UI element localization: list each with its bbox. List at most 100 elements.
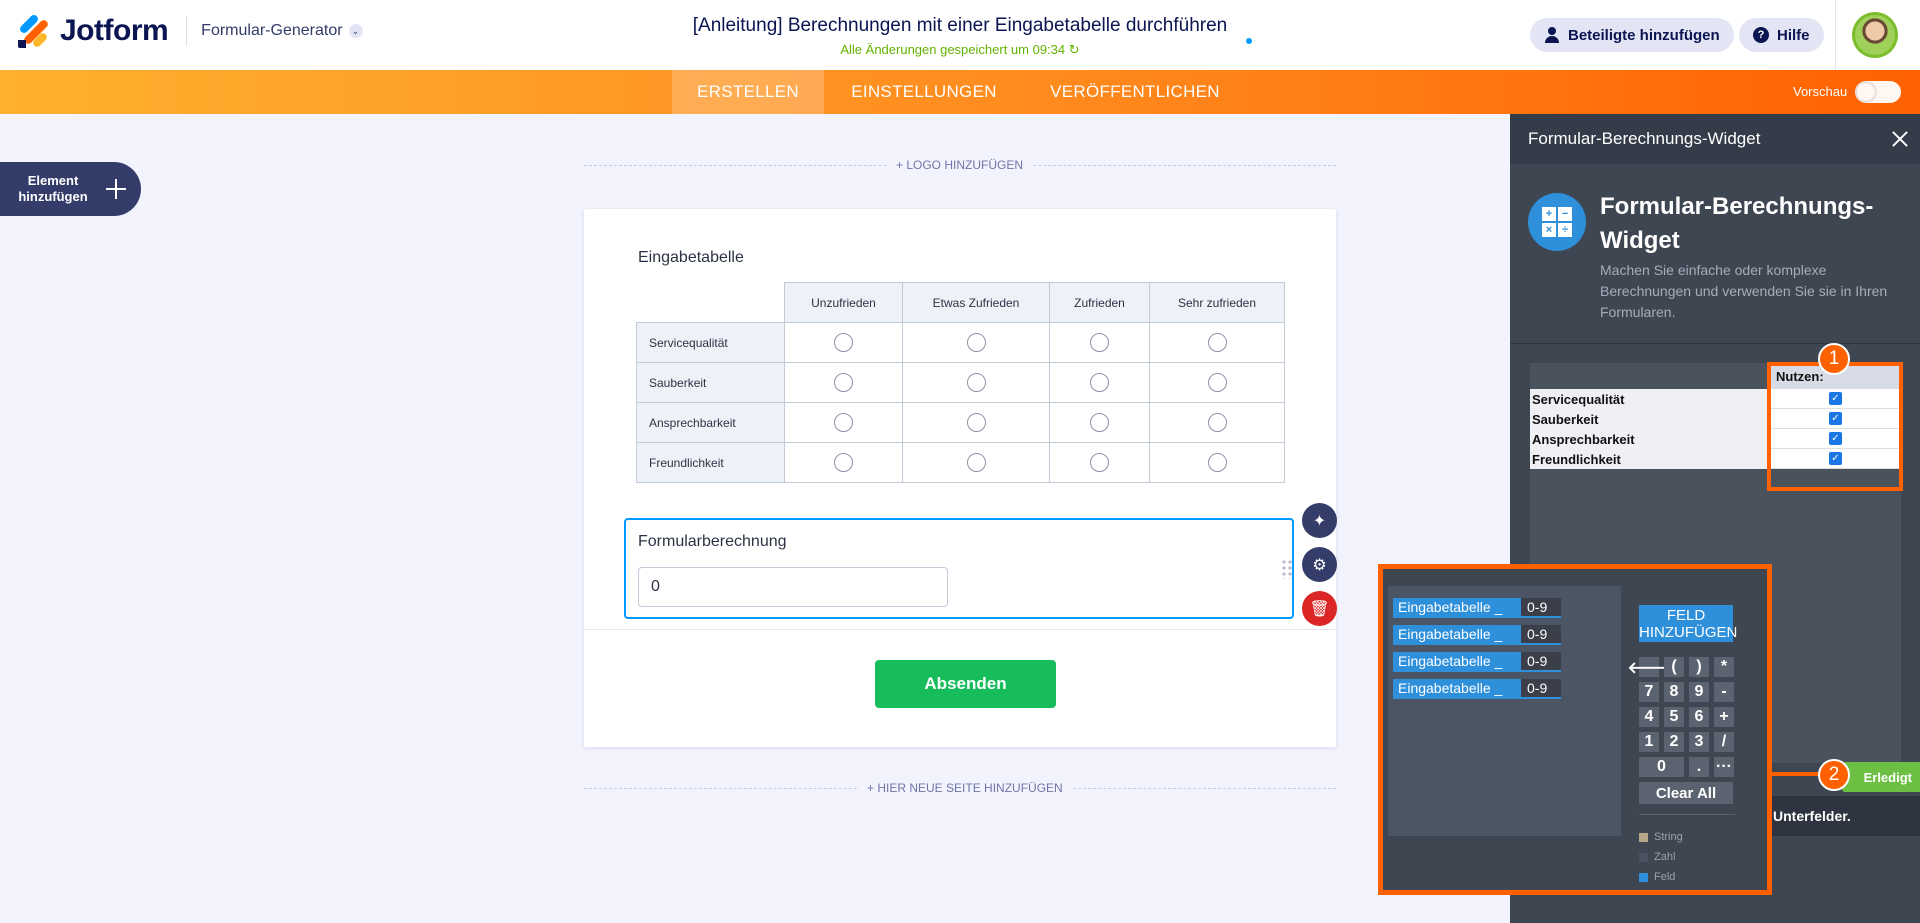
formula-builder: Eingabetabelle _ 0-9 Eingabetabelle _ 0-… [1378, 564, 1772, 895]
radio-button[interactable] [1090, 373, 1109, 392]
trash-icon[interactable]: 🗑 [1302, 591, 1337, 626]
calculator-key[interactable]: 4 [1639, 707, 1659, 727]
add-element-button[interactable]: Element hinzufügen [0, 162, 141, 216]
matrix-row: Servicequalität [636, 322, 1285, 363]
matrix-label: Eingabetabelle [638, 249, 744, 266]
add-page-link[interactable]: + HIER NEUE SEITE HINZUFÜGEN [859, 781, 1071, 795]
add-logo-link[interactable]: + LOGO HINZUFÜGEN [888, 158, 1032, 172]
calculator-key[interactable]: 9 [1689, 682, 1709, 702]
radio-button[interactable] [1207, 413, 1227, 432]
radio-button[interactable] [1090, 333, 1109, 352]
calculator-key[interactable]: 8 [1664, 682, 1684, 702]
matrix-row-label: Servicequalität [636, 322, 785, 363]
radio-button[interactable] [1207, 333, 1227, 352]
matrix-row-label: Ansprechbarkeit [636, 402, 785, 443]
config-row-label: Ansprechbarkeit [1530, 429, 1770, 449]
submit-button[interactable]: Absenden [875, 660, 1056, 708]
clear-all-button[interactable]: Clear All [1639, 782, 1733, 804]
config-row-label: Servicequalität [1530, 389, 1770, 409]
calculator-key[interactable]: 0 [1639, 757, 1684, 777]
config-row-label: Sauberkeit [1530, 409, 1770, 429]
radio-button[interactable] [1207, 453, 1227, 472]
form-card: Eingabetabelle Unzufrieden Etwas Zufried… [584, 209, 1336, 747]
form-generator-dropdown[interactable]: Formular-Generator ⌄ [201, 22, 363, 40]
done-button[interactable]: Erledigt [1842, 762, 1920, 792]
legend-swatch [1639, 872, 1648, 882]
panel-title: Formular-Berechnungs-Widget [1528, 129, 1761, 148]
highlight-connector-2 [1770, 772, 1824, 776]
formula-field-token[interactable]: Eingabetabelle _ 0-9 [1393, 652, 1561, 672]
drag-handle-icon[interactable] [1281, 559, 1293, 579]
calculator-key[interactable]: 3 [1689, 732, 1709, 752]
calculator-key[interactable]: . [1689, 757, 1709, 777]
calculator-key[interactable]: 2 [1664, 732, 1684, 752]
radio-button[interactable] [1090, 413, 1109, 432]
plus-icon [106, 179, 126, 199]
matrix-column-header: Sehr zufrieden [1149, 282, 1285, 323]
calculator-key[interactable]: ( [1664, 657, 1684, 677]
radio-button[interactable] [1090, 453, 1109, 472]
help-label: Hilfe [1777, 26, 1810, 44]
form-calculation-field[interactable]: Formularberechnung 0 [624, 518, 1294, 619]
form-generator-label: Formular-Generator [201, 22, 343, 39]
user-icon [1544, 27, 1560, 43]
calculator-key[interactable]: - [1714, 682, 1734, 702]
radio-button[interactable] [966, 413, 986, 432]
legend-label: String [1654, 831, 1683, 843]
tab-settings[interactable]: EINSTELLUNGEN [824, 70, 1024, 114]
legend-label: Feld [1654, 871, 1676, 883]
calculator-key[interactable]: ··· [1714, 757, 1734, 777]
radio-button[interactable] [966, 453, 986, 472]
radio-button[interactable] [834, 413, 853, 432]
subfields-label: Unterfelder. [1767, 796, 1920, 836]
form-divider [584, 629, 1336, 630]
formula-field-token[interactable]: Eingabetabelle _ 0-9 [1393, 679, 1561, 699]
legend-swatch [1639, 832, 1648, 842]
radio-button[interactable] [834, 333, 853, 352]
radio-button[interactable] [834, 453, 853, 472]
radio-button[interactable] [1207, 373, 1227, 392]
radio-button[interactable] [834, 373, 853, 392]
calculator-key[interactable]: 7 [1639, 682, 1659, 702]
widget-description: Machen Sie einfache oder komplexe Berech… [1600, 262, 1888, 320]
magic-wand-icon[interactable]: ✦ [1302, 503, 1337, 538]
radio-button[interactable] [966, 373, 986, 392]
step-badge-2: 2 [1818, 759, 1850, 791]
calculator-key[interactable]: ) [1689, 657, 1709, 677]
calculator-icon: + − × ÷ [1528, 193, 1586, 251]
field-token-range: 0-9 [1521, 652, 1561, 672]
question-icon: ? [1753, 27, 1769, 43]
tab-create[interactable]: ERSTELLEN [672, 70, 824, 114]
legend-label: Zahl [1654, 851, 1676, 863]
radio-button[interactable] [966, 333, 986, 352]
field-token-name: Eingabetabelle _ [1393, 598, 1521, 618]
legend-swatch [1639, 852, 1648, 862]
calculator-key[interactable]: * [1714, 657, 1734, 677]
close-icon[interactable] [1890, 129, 1910, 149]
preview-toggle[interactable] [1855, 81, 1901, 103]
calculator-key[interactable]: / [1714, 732, 1734, 752]
panel-header: Formular-Berechnungs-Widget [1510, 114, 1920, 164]
user-avatar[interactable] [1852, 12, 1898, 58]
calculator-key[interactable]: 6 [1689, 707, 1709, 727]
gear-icon[interactable]: ⚙ [1302, 547, 1337, 582]
widget-info: + − × ÷ Formular-Berechnungs-Widget Machen … [1510, 164, 1920, 344]
add-participants-button[interactable]: Beteiligte hinzufügen [1530, 18, 1734, 52]
form-title[interactable]: [Anleitung] Berechnungen mit einer Einga… [693, 15, 1227, 36]
calculator-key[interactable]: + [1714, 707, 1734, 727]
help-button[interactable]: ? Hilfe [1739, 18, 1824, 52]
calculator-key[interactable]: 1 [1639, 732, 1659, 752]
tab-publish[interactable]: VERÖFFENTLICHEN [1024, 70, 1246, 114]
formula-field-token[interactable]: Eingabetabelle _ 0-9 [1393, 598, 1561, 618]
calc-result-input[interactable]: 0 [638, 567, 948, 607]
matrix-row: Freundlichkeit [636, 442, 1285, 483]
calculator-key[interactable]: 🡐 [1628, 657, 1670, 677]
field-token-name: Eingabetabelle _ [1393, 652, 1521, 672]
field-token-name: Eingabetabelle _ [1393, 625, 1521, 645]
formula-field-token[interactable]: Eingabetabelle _ 0-9 [1393, 625, 1561, 645]
calculator-key[interactable]: 5 [1664, 707, 1684, 727]
legend-number: Zahl [1639, 851, 1675, 863]
formula-editor[interactable]: Eingabetabelle _ 0-9 Eingabetabelle _ 0-… [1388, 586, 1621, 836]
field-token-range: 0-9 [1521, 679, 1561, 699]
add-field-button[interactable]: FELD HINZUFÜGEN [1639, 605, 1737, 642]
